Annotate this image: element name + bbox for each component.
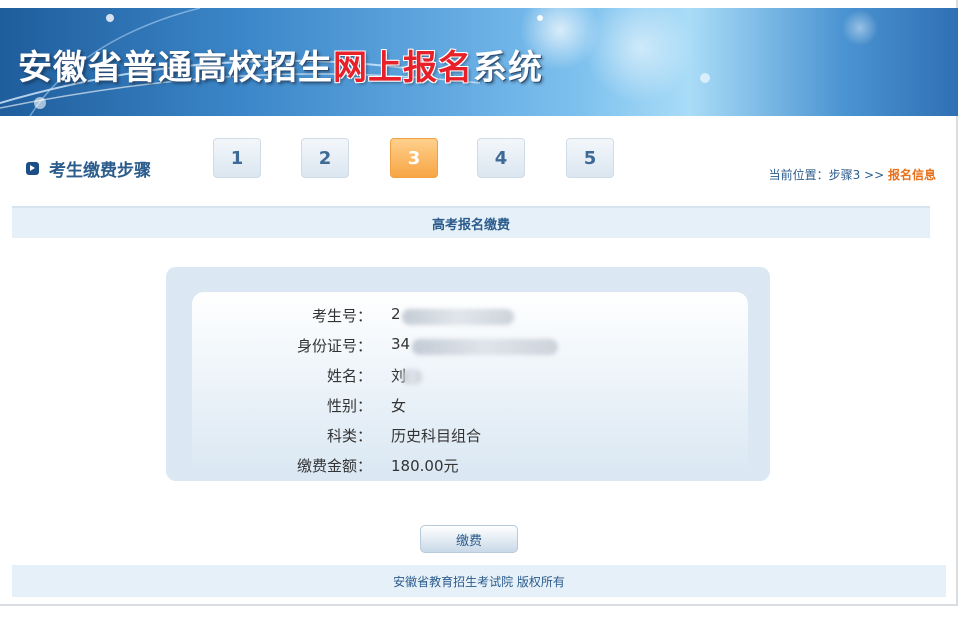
info-value: 历史科目组合	[391, 427, 482, 445]
info-value: 34	[391, 335, 411, 353]
system-title-part2: 系统	[473, 48, 543, 88]
info-row-gender: 性别： 女	[166, 395, 770, 419]
info-label: 身份证号：	[296, 337, 372, 355]
step-3-button[interactable]: 3	[390, 138, 438, 178]
step-4-button[interactable]: 4	[477, 138, 525, 178]
system-title: 安徽省普通高校招生网上报名系统	[18, 40, 543, 89]
section-title: 高考报名缴费	[431, 217, 510, 233]
redaction-blur	[402, 369, 422, 385]
candidate-info-panel: 考生号： 2 身份证号： 34 姓名： 刘 性别： 女 科类： 历史科目组合 缴…	[166, 267, 770, 481]
system-title-highlight: 网上报名	[333, 48, 473, 88]
pay-button[interactable]: 缴费	[420, 525, 518, 553]
system-title-part1: 安徽省普通高校招生	[18, 48, 333, 88]
footer: 安徽省教育招生考试院 版权所有	[12, 565, 946, 597]
header-banner: 安徽省普通高校招生网上报名系统	[0, 8, 958, 116]
info-row-amount: 缴费金额： 180.00元	[166, 455, 770, 479]
footer-copyright: 安徽省教育招生考试院 版权所有	[393, 574, 565, 589]
redaction-blur	[402, 309, 514, 325]
info-value: 2	[391, 305, 401, 323]
step-5-button[interactable]: 5	[566, 138, 614, 178]
location-prefix: 当前位置：步骤3 >>	[768, 168, 888, 182]
info-value: 女	[391, 397, 407, 415]
info-label: 科类：	[326, 427, 372, 445]
info-row-name: 姓名： 刘	[166, 365, 770, 389]
info-label: 性别：	[326, 397, 372, 415]
info-row-exam-number: 考生号： 2	[166, 305, 770, 329]
info-row-id-number: 身份证号： 34	[166, 335, 770, 359]
step-2-button[interactable]: 2	[301, 138, 349, 178]
steps-heading-label: 考生缴费步骤	[49, 161, 151, 181]
redaction-blur	[412, 339, 558, 355]
info-row-subject: 科类： 历史科目组合	[166, 425, 770, 449]
steps-heading: 考生缴费步骤	[26, 156, 151, 181]
arrow-right-icon	[26, 162, 39, 175]
info-label: 姓名：	[326, 367, 372, 385]
info-value: 180.00元	[391, 457, 459, 475]
location-current: 报名信息	[887, 168, 936, 182]
steps-row: 考生缴费步骤 1 2 3 4 5 当前位置：步骤3 >> 报名信息	[0, 128, 958, 198]
info-label: 缴费金额：	[296, 457, 372, 475]
section-title-bar: 高考报名缴费	[12, 206, 930, 238]
step-1-button[interactable]: 1	[213, 138, 261, 178]
current-location: 当前位置：步骤3 >> 报名信息	[769, 166, 936, 183]
info-label: 考生号：	[311, 307, 372, 325]
